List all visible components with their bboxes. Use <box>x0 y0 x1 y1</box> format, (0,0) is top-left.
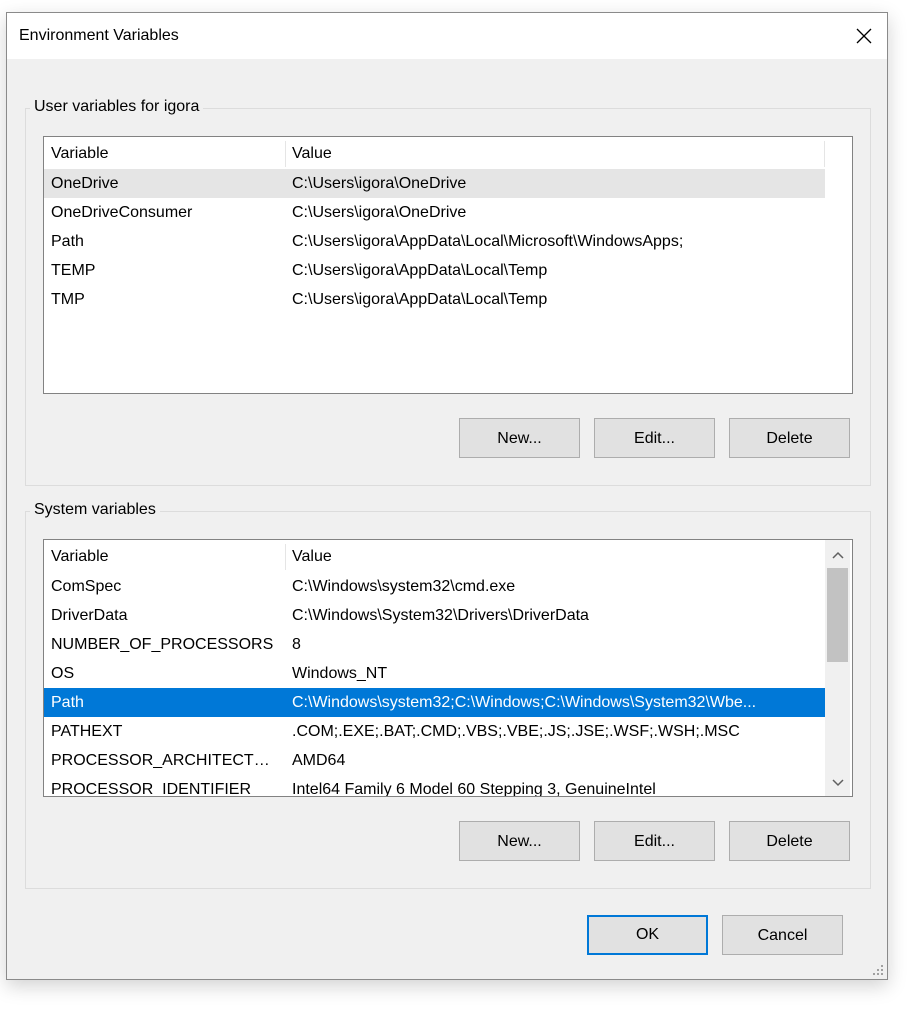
column-divider[interactable] <box>285 544 286 570</box>
user-variables-group: User variables for igora Variable Value … <box>25 98 871 486</box>
chevron-up-icon <box>831 551 844 559</box>
variable-name: OneDrive <box>51 175 119 192</box>
variable-name: OneDriveConsumer <box>51 204 193 221</box>
vertical-scrollbar[interactable] <box>825 540 850 796</box>
environment-variables-dialog: Environment Variables User variables for… <box>6 12 888 980</box>
table-row[interactable]: OneDrive C:\Users\igora\OneDrive <box>44 169 825 198</box>
system-variables-label: System variables <box>30 501 160 519</box>
variable-value: C:\Users\igora\OneDrive <box>292 175 467 192</box>
system-delete-button[interactable]: Delete <box>729 821 850 861</box>
column-header-value[interactable]: Value <box>292 139 822 168</box>
title-bar[interactable]: Environment Variables <box>7 13 887 59</box>
table-row[interactable]: PROCESSOR_IDENTIFIER Intel64 Family 6 Mo… <box>44 775 825 797</box>
table-row[interactable]: NUMBER_OF_PROCESSORS 8 <box>44 630 825 659</box>
variable-value: AMD64 <box>292 752 346 769</box>
user-variables-label: User variables for igora <box>30 98 204 116</box>
variable-value: Windows_NT <box>292 665 388 682</box>
variable-value: C:\Users\igora\AppData\Local\Temp <box>292 291 548 308</box>
variable-value: Intel64 Family 6 Model 60 Stepping 3, Ge… <box>292 781 656 797</box>
table-row[interactable]: OneDriveConsumer C:\Users\igora\OneDrive <box>44 198 825 227</box>
variable-name: PATHEXT <box>51 723 123 740</box>
table-row-selected[interactable]: Path C:\Windows\system32;C:\Windows;C:\W… <box>44 688 825 717</box>
table-row[interactable]: PROCESSOR_ARCHITECTURE AMD64 <box>44 746 825 775</box>
table-row[interactable]: TEMP C:\Users\igora\AppData\Local\Temp <box>44 256 825 285</box>
variable-value: C:\Users\igora\AppData\Local\Microsoft\W… <box>292 233 684 250</box>
table-row[interactable]: Path C:\Users\igora\AppData\Local\Micros… <box>44 227 825 256</box>
table-row[interactable]: OS Windows_NT <box>44 659 825 688</box>
close-icon <box>856 28 872 44</box>
variable-name: Path <box>51 233 84 250</box>
variable-value: 8 <box>292 636 301 653</box>
variable-value: C:\Windows\system32;C:\Windows;C:\Window… <box>292 694 757 711</box>
ok-button[interactable]: OK <box>587 915 708 955</box>
list-header: Variable Value <box>44 139 825 168</box>
resize-grip-icon[interactable] <box>872 964 884 976</box>
variable-name: TEMP <box>51 262 96 279</box>
scroll-thumb[interactable] <box>827 568 848 662</box>
column-divider[interactable] <box>824 141 825 167</box>
list-header: Variable Value <box>44 542 824 571</box>
table-row[interactable]: TMP C:\Users\igora\AppData\Local\Temp <box>44 285 825 314</box>
variable-name: OS <box>51 665 75 682</box>
user-delete-button[interactable]: Delete <box>729 418 850 458</box>
variable-value: C:\Windows\system32\cmd.exe <box>292 578 516 595</box>
table-row[interactable]: ComSpec C:\Windows\system32\cmd.exe <box>44 572 825 601</box>
user-variables-list[interactable]: Variable Value OneDrive C:\Users\igora\O… <box>43 136 853 394</box>
variable-value: C:\Users\igora\AppData\Local\Temp <box>292 262 548 279</box>
table-row[interactable]: PATHEXT .COM;.EXE;.BAT;.CMD;.VBS;.VBE;.J… <box>44 717 825 746</box>
variable-name: PROCESSOR_ARCHITECTURE <box>51 752 281 769</box>
variable-value: .COM;.EXE;.BAT;.CMD;.VBS;.VBE;.JS;.JSE;.… <box>292 723 740 740</box>
user-edit-button[interactable]: Edit... <box>594 418 715 458</box>
system-new-button[interactable]: New... <box>459 821 580 861</box>
variable-name: ComSpec <box>51 578 122 595</box>
system-variables-group: System variables Variable Value ComSpec … <box>25 501 871 889</box>
cancel-button[interactable]: Cancel <box>722 915 843 955</box>
scroll-up-button[interactable] <box>825 542 850 568</box>
column-header-variable[interactable]: Variable <box>51 139 281 168</box>
variable-name: Path <box>51 694 84 711</box>
system-variables-list[interactable]: Variable Value ComSpec C:\Windows\system… <box>43 539 853 797</box>
variable-value: C:\Users\igora\OneDrive <box>292 204 467 221</box>
column-header-variable[interactable]: Variable <box>51 542 281 571</box>
variable-name: NUMBER_OF_PROCESSORS <box>51 636 274 653</box>
variable-name: DriverData <box>51 607 128 624</box>
close-button[interactable] <box>841 13 887 59</box>
table-row[interactable]: DriverData C:\Windows\System32\Drivers\D… <box>44 601 825 630</box>
variable-name: TMP <box>51 291 85 308</box>
window-title: Environment Variables <box>19 27 179 44</box>
variable-value: C:\Windows\System32\Drivers\DriverData <box>292 607 589 624</box>
chevron-down-icon <box>831 779 844 787</box>
column-divider[interactable] <box>285 141 286 167</box>
scroll-down-button[interactable] <box>825 770 850 796</box>
system-edit-button[interactable]: Edit... <box>594 821 715 861</box>
column-header-value[interactable]: Value <box>292 542 822 571</box>
user-new-button[interactable]: New... <box>459 418 580 458</box>
variable-name: PROCESSOR_IDENTIFIER <box>51 781 252 797</box>
